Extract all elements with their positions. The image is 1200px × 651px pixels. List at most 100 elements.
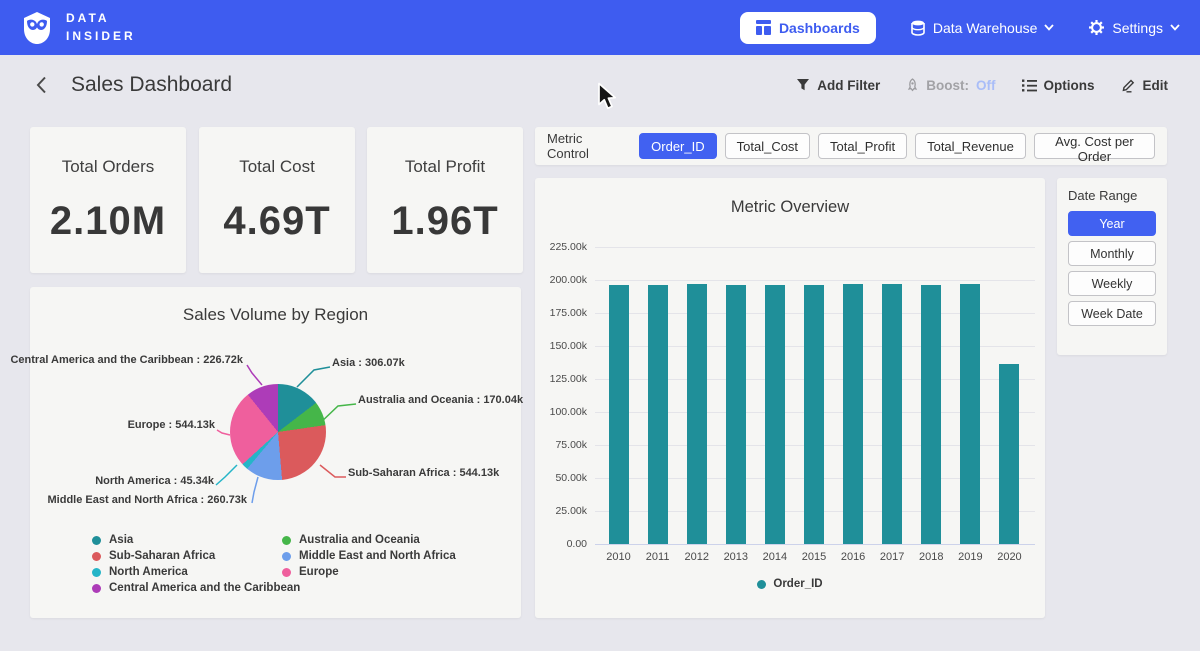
x-axis-tick: 2011 — [638, 551, 678, 563]
bar-2010[interactable] — [609, 285, 629, 544]
date-range-monthly[interactable]: Monthly — [1068, 241, 1156, 266]
pencil-icon — [1121, 78, 1136, 93]
sales-dashboard-app: DATA INSIDER Dashboards — [0, 0, 1200, 651]
metric-chip-total-revenue[interactable]: Total_Revenue — [915, 133, 1026, 159]
pie-legend-middle-east-and-north-africa[interactable]: Middle East and North Africa — [282, 548, 456, 564]
pie-legend-column-1: Asia Sub-Saharan Africa North America Centr… — [92, 532, 300, 596]
legend-label: Australia and Oceania — [299, 534, 420, 546]
boost-toggle[interactable]: Boost: Off — [906, 78, 995, 93]
rocket-icon — [906, 78, 919, 93]
date-range-label: Date Range — [1068, 188, 1156, 203]
metric-control-bar: Metric Control Order_ID Total_Cost Total_P… — [535, 127, 1167, 165]
pie-graphic[interactable] — [230, 384, 326, 480]
gridline — [595, 280, 1035, 281]
dashboard-grid-icon — [756, 20, 771, 35]
chevron-down-icon — [1044, 24, 1054, 31]
pie-label-sub-saharan-africa: Sub-Saharan Africa : 544.13k — [348, 467, 499, 479]
bar-2015[interactable] — [804, 285, 824, 544]
pie-label-europe: Europe : 544.13k — [128, 419, 215, 431]
y-axis-tick: 200.00k — [537, 274, 587, 286]
legend-dot — [282, 568, 291, 577]
pie-legend-asia[interactable]: Asia — [92, 532, 300, 548]
settings-menu[interactable]: Settings — [1088, 19, 1180, 36]
bar-plot: 225.00k 200.00k 175.00k 150.00k 125.00k 100.0… — [535, 178, 1045, 618]
x-axis-tick: 2016 — [833, 551, 873, 563]
dashboards-label: Dashboards — [779, 20, 860, 36]
legend-label: Europe — [299, 566, 339, 578]
kpi-value: 4.69T — [223, 199, 330, 244]
pie-legend-sub-saharan-africa[interactable]: Sub-Saharan Africa — [92, 548, 300, 564]
metric-control-label: Metric Control — [547, 131, 625, 161]
date-range-weekly[interactable]: Weekly — [1068, 271, 1156, 296]
x-axis-tick: 2014 — [755, 551, 795, 563]
gridline — [595, 247, 1035, 248]
pie-label-asia: Asia : 306.07k — [332, 357, 405, 369]
metric-chip-avg-cost-per-order[interactable]: Avg. Cost per Order — [1034, 133, 1155, 159]
edit-button[interactable]: Edit — [1121, 78, 1169, 93]
metric-chip-order-id[interactable]: Order_ID — [639, 133, 716, 159]
kpi-total-orders: Total Orders 2.10M — [30, 127, 186, 273]
bar-2020[interactable] — [999, 364, 1019, 544]
bar-chart-legend[interactable]: Order_ID — [535, 578, 1045, 590]
dashboards-button[interactable]: Dashboards — [740, 12, 876, 44]
bar-2011[interactable] — [648, 285, 668, 544]
metric-chips: Order_ID Total_Cost Total_Profit Total_Reve… — [639, 133, 1155, 159]
y-axis-tick: 125.00k — [537, 373, 587, 385]
y-axis-tick: 25.00k — [537, 505, 587, 517]
gridline — [595, 544, 1035, 545]
gear-icon — [1088, 19, 1105, 36]
pie-legend-australia-and-oceania[interactable]: Australia and Oceania — [282, 532, 456, 548]
legend-label: Asia — [109, 534, 133, 546]
sales-volume-chart: Sales Volume by Region Asia : 306.07k Aus… — [30, 287, 521, 618]
legend-label: Central America and the Caribbean — [109, 582, 300, 594]
y-axis-tick: 225.00k — [537, 241, 587, 253]
metric-chip-total-profit[interactable]: Total_Profit — [818, 133, 907, 159]
pie-label-central-america-and-the-caribbean: Central America and the Caribbean : 226.… — [10, 354, 243, 366]
pie-legend-europe[interactable]: Europe — [282, 564, 456, 580]
pie-chart-title: Sales Volume by Region — [30, 305, 521, 325]
x-axis-tick: 2017 — [872, 551, 912, 563]
metric-chip-total-cost[interactable]: Total_Cost — [725, 133, 810, 159]
bar-2019[interactable] — [960, 284, 980, 544]
y-axis-tick: 150.00k — [537, 340, 587, 352]
back-button[interactable] — [32, 74, 51, 96]
legend-label: Middle East and North Africa — [299, 550, 456, 562]
data-warehouse-menu[interactable]: Data Warehouse — [910, 20, 1055, 36]
options-button[interactable]: Options — [1022, 78, 1095, 93]
date-range-week-date[interactable]: Week Date — [1068, 301, 1156, 326]
bar-2018[interactable] — [921, 285, 941, 544]
add-filter-button[interactable]: Add Filter — [796, 78, 880, 93]
legend-label: Sub-Saharan Africa — [109, 550, 215, 562]
brand-logo[interactable]: DATA INSIDER — [20, 10, 136, 46]
pie-legend-central-america-and-the-caribbean[interactable]: Central America and the Caribbean — [92, 580, 300, 596]
y-axis-tick: 100.00k — [537, 406, 587, 418]
bar-2014[interactable] — [765, 285, 785, 544]
filter-funnel-icon — [796, 78, 810, 92]
pie-legend-north-america[interactable]: North America — [92, 564, 300, 580]
kpi-value: 2.10M — [50, 199, 166, 244]
bar-2013[interactable] — [726, 285, 746, 544]
database-icon — [910, 20, 926, 36]
y-axis-tick: 175.00k — [537, 307, 587, 319]
x-axis-tick: 2015 — [794, 551, 834, 563]
y-axis-tick: 50.00k — [537, 472, 587, 484]
date-range-year[interactable]: Year — [1068, 211, 1156, 236]
x-axis-tick: 2018 — [911, 551, 951, 563]
x-axis-tick: 2020 — [989, 551, 1029, 563]
metric-overview-chart: Metric Overview 225.00k200.00k175.00k150… — [535, 178, 1045, 618]
page-header: Sales Dashboard Add Filter Boost: Off — [0, 55, 1200, 115]
pie-legend-column-2: Australia and Oceania Middle East and Nor… — [282, 532, 456, 580]
legend-dot — [92, 568, 101, 577]
bar-2016[interactable] — [843, 284, 863, 544]
bar-2012[interactable] — [687, 284, 707, 544]
legend-dot — [757, 580, 766, 589]
settings-label: Settings — [1112, 20, 1163, 36]
x-axis-tick: 2012 — [677, 551, 717, 563]
legend-dot — [92, 552, 101, 561]
bar-2017[interactable] — [882, 284, 902, 544]
page-title: Sales Dashboard — [71, 73, 232, 97]
brand-name: DATA INSIDER — [66, 10, 136, 45]
x-axis-tick: 2010 — [599, 551, 639, 563]
x-axis-tick: 2013 — [716, 551, 756, 563]
data-warehouse-label: Data Warehouse — [933, 20, 1038, 36]
